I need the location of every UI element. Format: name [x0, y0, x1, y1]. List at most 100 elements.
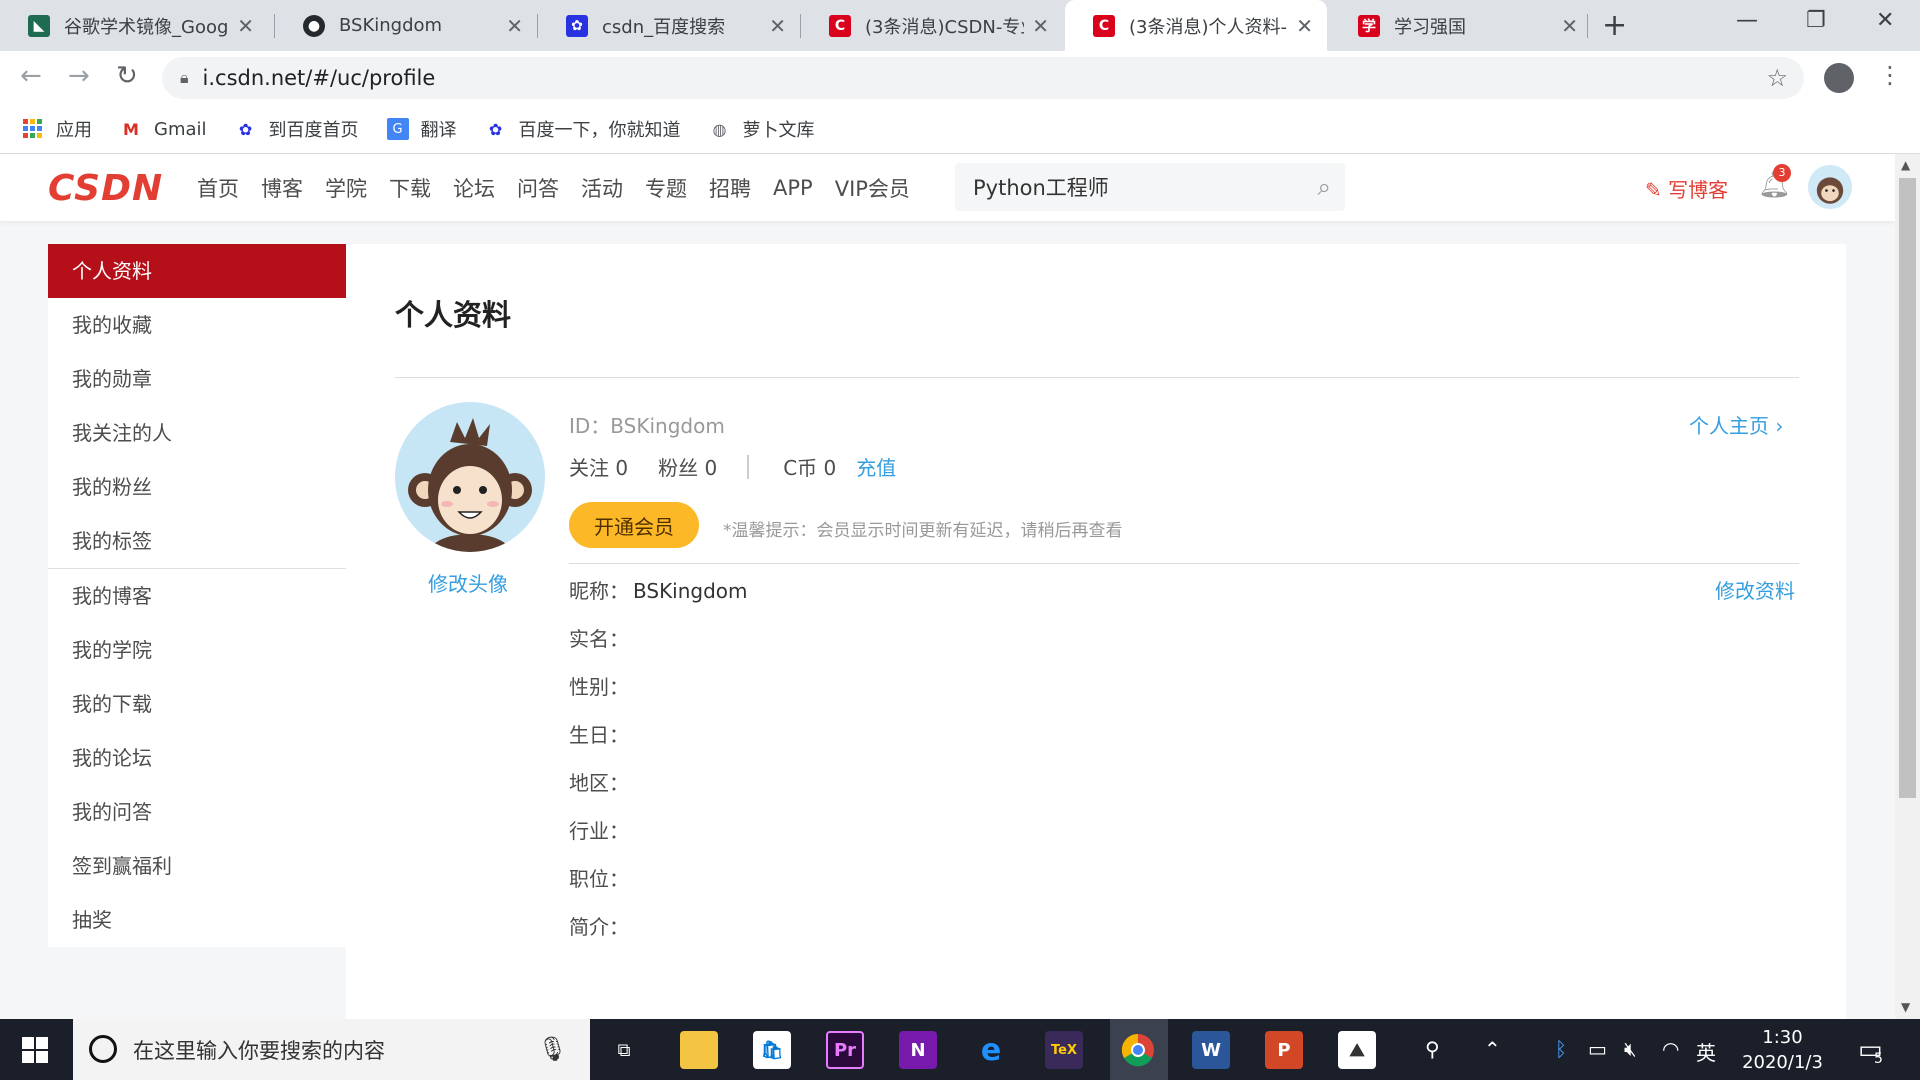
- scroll-down-icon[interactable]: ▼: [1901, 1000, 1910, 1014]
- sidebar-item-following[interactable]: 我关注的人: [48, 406, 346, 460]
- nav-app[interactable]: APP: [773, 176, 813, 200]
- bookmark-luobo[interactable]: ◍ 萝卜文库: [709, 116, 815, 142]
- lock-icon[interactable]: 🔒︎: [180, 68, 189, 88]
- fans-count[interactable]: 粉丝 0: [658, 452, 717, 481]
- scroll-up-icon[interactable]: ▲: [1901, 158, 1910, 172]
- tab-xuexi[interactable]: 学 学习强国 ✕: [1330, 0, 1592, 51]
- sidebar-item-medals[interactable]: 我的勋章: [48, 352, 346, 406]
- homepage-link[interactable]: 个人主页 ›: [1689, 410, 1783, 439]
- nav-academy[interactable]: 学院: [325, 173, 367, 203]
- bookmark-baidu-home[interactable]: ✿ 到百度首页: [235, 116, 359, 142]
- sidebar-item-profile[interactable]: 个人资料: [48, 244, 346, 298]
- search-value[interactable]: Python工程师: [973, 172, 1109, 202]
- nav-events[interactable]: 活动: [581, 173, 623, 203]
- address-bar[interactable]: 🔒︎ i.csdn.net/#/uc/profile ☆: [162, 57, 1804, 99]
- nav-download[interactable]: 下载: [389, 173, 431, 203]
- close-tab-icon[interactable]: ✕: [237, 14, 254, 38]
- tab-title: (3条消息)CSDN-专业: [865, 16, 1025, 38]
- tab-google-scholar[interactable]: ◣ 谷歌学术镜像_Goog ✕: [0, 0, 268, 51]
- microphone-icon[interactable]: 🎙︎: [538, 1035, 568, 1063]
- windows-start-icon[interactable]: [22, 1037, 48, 1063]
- nav-home[interactable]: 首页: [197, 173, 239, 203]
- edit-avatar-link[interactable]: 修改头像: [428, 568, 508, 597]
- tab-csdn-profile[interactable]: C (3条消息)个人资料- ✕: [1065, 0, 1327, 51]
- close-tab-icon[interactable]: ✕: [769, 14, 786, 38]
- new-tab-icon[interactable]: +: [1602, 8, 1627, 43]
- sidebar-item-checkin[interactable]: 签到赢福利: [48, 839, 346, 893]
- minimize-icon[interactable]: —: [1736, 8, 1758, 33]
- search-input[interactable]: Python工程师 ⌕: [955, 163, 1345, 211]
- write-blog-button[interactable]: ✎ 写博客: [1645, 174, 1728, 203]
- nav-forum[interactable]: 论坛: [453, 173, 495, 203]
- scroll-thumb[interactable]: [1899, 178, 1916, 798]
- avatar[interactable]: [1808, 165, 1852, 209]
- edit-profile-link[interactable]: 修改资料: [1715, 575, 1795, 604]
- nav-qa[interactable]: 问答: [517, 173, 559, 203]
- tab-csdn-home[interactable]: C (3条消息)CSDN-专业 ✕: [801, 0, 1063, 51]
- wifi-icon[interactable]: ◠: [1662, 1037, 1679, 1061]
- forward-icon[interactable]: →: [68, 61, 90, 91]
- premiere-icon[interactable]: Pr: [826, 1031, 864, 1069]
- open-vip-button[interactable]: 开通会员: [569, 502, 699, 548]
- address-text[interactable]: i.csdn.net/#/uc/profile: [203, 66, 436, 90]
- tab-baidu-search[interactable]: ✿ csdn_百度搜索 ✕: [538, 0, 800, 51]
- bluetooth-icon[interactable]: ᛒ: [1555, 1037, 1567, 1061]
- avatar[interactable]: [395, 402, 545, 552]
- close-tab-icon[interactable]: ✕: [1032, 14, 1049, 38]
- baidu-paw-icon: ✿: [238, 119, 253, 139]
- sidebar-item-favorites[interactable]: 我的收藏: [48, 298, 346, 352]
- nav-vip[interactable]: VIP会员: [835, 173, 910, 203]
- ime-indicator[interactable]: 英: [1696, 1037, 1716, 1066]
- sidebar-item-lottery[interactable]: 抽奖: [48, 893, 346, 947]
- sidebar-item-forum[interactable]: 我的论坛: [48, 731, 346, 785]
- sidebar-item-qa[interactable]: 我的问答: [48, 785, 346, 839]
- following-count[interactable]: 关注 0: [569, 452, 628, 481]
- sidebar-item-downloads[interactable]: 我的下载: [48, 677, 346, 731]
- nav-jobs[interactable]: 招聘: [709, 173, 751, 203]
- cortana-icon[interactable]: [89, 1035, 117, 1063]
- people-icon[interactable]: ⚲: [1425, 1037, 1440, 1061]
- window-close-icon[interactable]: ✕: [1876, 8, 1894, 33]
- bookmark-gmail[interactable]: M Gmail: [120, 118, 206, 140]
- powerpoint-icon[interactable]: P: [1265, 1031, 1303, 1069]
- restore-icon[interactable]: ❐: [1806, 8, 1826, 33]
- bookmark-translate[interactable]: G 翻译: [386, 116, 457, 142]
- bookmark-apps[interactable]: 应用: [22, 116, 92, 142]
- task-view-icon[interactable]: ⧉: [605, 1031, 643, 1069]
- chevron-up-icon[interactable]: ⌃: [1484, 1037, 1501, 1061]
- photos-icon[interactable]: ⛰︎: [1338, 1031, 1376, 1069]
- close-tab-icon[interactable]: ✕: [1561, 14, 1578, 38]
- taskbar-search-placeholder[interactable]: 在这里输入你要搜索的内容: [133, 1035, 385, 1065]
- nav-topics[interactable]: 专题: [645, 173, 687, 203]
- word-icon[interactable]: W: [1192, 1031, 1230, 1069]
- sidebar-item-academy[interactable]: 我的学院: [48, 623, 346, 677]
- battery-icon[interactable]: ▭: [1588, 1037, 1607, 1061]
- page-scrollbar[interactable]: ▲ ▼: [1895, 154, 1920, 1019]
- store-icon[interactable]: 🛍︎: [753, 1031, 791, 1069]
- recharge-link[interactable]: 充值: [856, 452, 896, 481]
- bookmark-baidu[interactable]: ✿ 百度一下，你就知道: [485, 116, 681, 142]
- nav-blog[interactable]: 博客: [261, 173, 303, 203]
- sidebar-group-content: 我的博客 我的学院 我的下载 我的论坛 我的问答 签到赢福利 抽奖: [48, 569, 346, 947]
- onenote-icon[interactable]: N: [899, 1031, 937, 1069]
- back-icon[interactable]: ←: [20, 61, 42, 91]
- reload-icon[interactable]: ↻: [116, 61, 138, 91]
- chrome-icon[interactable]: [1119, 1031, 1157, 1069]
- sidebar-item-tags[interactable]: 我的标签: [48, 514, 346, 568]
- close-tab-icon[interactable]: ✕: [506, 14, 523, 38]
- volume-muted-icon[interactable]: 🔇︎: [1624, 1037, 1637, 1061]
- taskbar-search-input[interactable]: 在这里输入你要搜索的内容 🎙︎: [73, 1019, 590, 1080]
- tex-icon[interactable]: TeX: [1045, 1031, 1083, 1069]
- bookmark-star-icon[interactable]: ☆: [1766, 64, 1788, 92]
- edge-icon[interactable]: e: [972, 1031, 1010, 1069]
- browser-menu-icon[interactable]: ⋮: [1878, 61, 1902, 89]
- clock[interactable]: 1:30 2020/1/3: [1720, 1025, 1845, 1075]
- search-icon[interactable]: ⌕: [1318, 173, 1331, 201]
- close-tab-icon[interactable]: ✕: [1296, 14, 1313, 38]
- tab-github[interactable]: ● BSKingdom ✕: [275, 0, 537, 51]
- sidebar-item-blog[interactable]: 我的博客: [48, 569, 346, 623]
- account-icon[interactable]: [1824, 63, 1854, 93]
- file-explorer-icon[interactable]: [680, 1031, 718, 1069]
- sidebar-item-fans[interactable]: 我的粉丝: [48, 460, 346, 514]
- csdn-logo[interactable]: CSDN: [48, 168, 163, 209]
